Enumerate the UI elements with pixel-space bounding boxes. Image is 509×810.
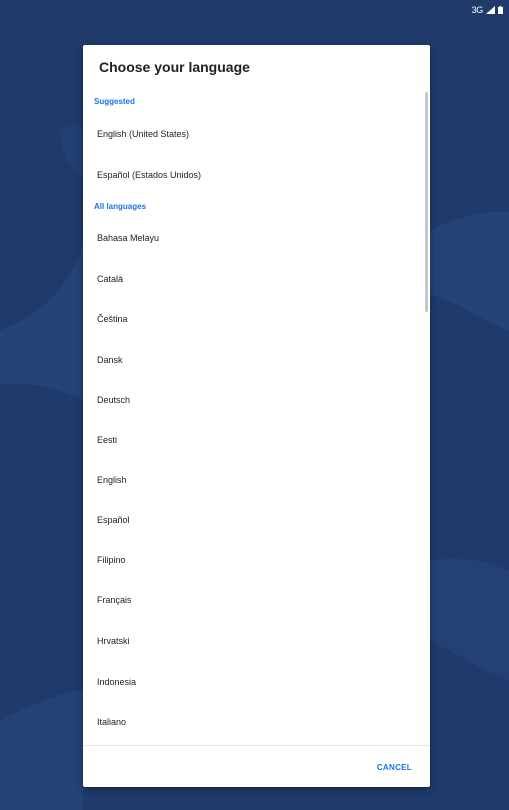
language-item[interactable]: Hrvatski xyxy=(83,623,423,659)
status-bar: 3G xyxy=(0,0,509,20)
footer-divider xyxy=(83,745,430,746)
language-item[interactable]: English xyxy=(83,462,423,498)
section-header-all-languages: All languages xyxy=(94,202,147,211)
battery-icon xyxy=(498,6,503,14)
dialog-title: Choose your language xyxy=(99,59,250,75)
scrollbar[interactable] xyxy=(425,92,428,312)
language-item-english-us[interactable]: English (United States) xyxy=(83,116,423,152)
language-item[interactable]: Español xyxy=(83,502,423,538)
language-list[interactable]: Suggested English (United States) Españo… xyxy=(83,93,430,745)
signal-icon xyxy=(486,6,495,14)
language-item-espanol-us[interactable]: Español (Estados Unidos) xyxy=(83,157,423,193)
language-item[interactable]: Català xyxy=(83,261,423,297)
network-type: 3G xyxy=(471,5,484,15)
section-header-suggested: Suggested xyxy=(94,97,135,106)
language-item[interactable]: Čeština xyxy=(83,301,423,337)
language-item[interactable]: Filipino xyxy=(83,542,423,578)
language-item[interactable]: Français xyxy=(83,582,423,618)
language-item[interactable]: Italiano xyxy=(83,704,423,740)
cancel-button[interactable]: CANCEL xyxy=(373,761,416,774)
language-dialog: Choose your language Suggested English (… xyxy=(83,45,430,787)
language-item[interactable]: Dansk xyxy=(83,342,423,378)
language-item[interactable]: Bahasa Melayu xyxy=(83,220,423,256)
language-item[interactable]: Indonesia xyxy=(83,664,423,700)
language-item[interactable]: Deutsch xyxy=(83,382,423,418)
language-item[interactable]: Eesti xyxy=(83,422,423,458)
